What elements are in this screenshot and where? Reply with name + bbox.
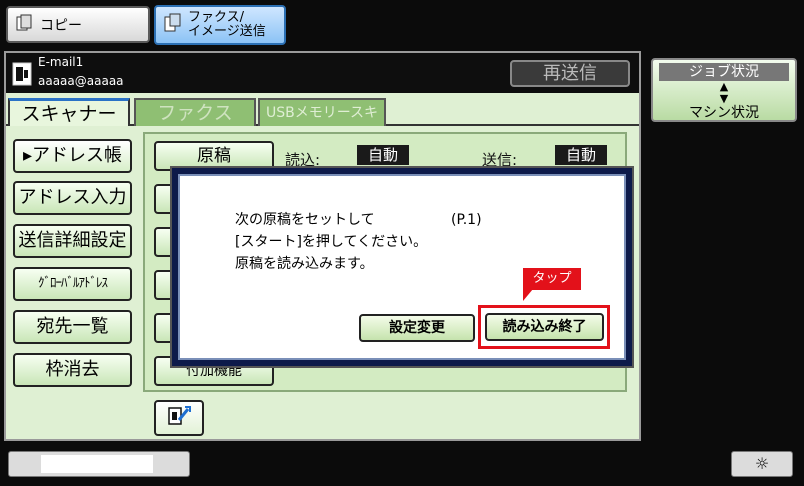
tab-usb-memory-scan[interactable]: USBメモリースキャン <box>258 98 386 147</box>
send-value: 自動 <box>555 145 607 165</box>
dialog-message-line2: [スタート]を押してください。 <box>235 234 428 250</box>
dialog-message-line1: 次の原稿をセットして <box>235 212 375 228</box>
fax-send-icon <box>164 13 182 37</box>
address-input-button[interactable]: アドレス入力 <box>13 181 132 215</box>
copy-icon <box>16 14 34 36</box>
brightness-button[interactable]: ☼ <box>731 451 793 477</box>
copy-mode-label: コピー <box>40 17 82 34</box>
machine-status-label: マシン状況 <box>689 105 759 121</box>
resend-button[interactable]: 再送信 <box>510 60 630 87</box>
job-status-button[interactable]: ジョブ状況 ▲ ▼ マシン状況 <box>651 58 797 122</box>
destination-address: aaaaa@aaaaa <box>38 74 124 88</box>
address-book-button[interactable]: ▸アドレス帳 <box>13 139 132 173</box>
document-edit-icon <box>166 403 192 433</box>
fax-mode-label-line2: イメージ送信 <box>188 24 266 39</box>
edit-destination-icon-button[interactable] <box>154 400 204 436</box>
tab-fax[interactable]: ファクス <box>134 98 256 126</box>
destination-type: E-mail1 <box>38 55 84 69</box>
fax-mode-label-line1: ファクス/ <box>188 10 244 25</box>
erase-frame-button[interactable]: 枠消去 <box>13 353 132 387</box>
destination-icon <box>12 62 32 90</box>
tab-scanner[interactable]: スキャナー <box>8 98 130 126</box>
status-bar <box>8 451 190 477</box>
tap-callout-pointer <box>523 289 533 301</box>
brightness-icon: ☼ <box>754 454 770 473</box>
job-status-label: ジョブ状況 <box>659 63 789 81</box>
destination-list-button[interactable]: 宛先一覧 <box>13 310 132 344</box>
change-settings-button[interactable]: 設定変更 <box>359 314 475 342</box>
read-value: 自動 <box>357 145 409 165</box>
global-address-button[interactable]: ｸﾞﾛｰﾊﾞﾙｱﾄﾞﾚｽ <box>13 267 132 301</box>
fax-image-send-mode-tab[interactable]: ファクス/ イメージ送信 <box>154 5 286 45</box>
dialog-page-number: (P.1) <box>451 212 482 228</box>
copy-mode-tab[interactable]: コピー <box>6 6 150 43</box>
toggle-arrows-icon: ▲ ▼ <box>719 80 729 105</box>
read-end-button[interactable]: 読み込み終了 <box>485 313 604 341</box>
send-detail-settings-button[interactable]: 送信詳細設定 <box>13 224 132 258</box>
tap-callout: タップ <box>523 268 581 290</box>
dialog-message-line3: 原稿を読み込みます。 <box>235 256 374 272</box>
